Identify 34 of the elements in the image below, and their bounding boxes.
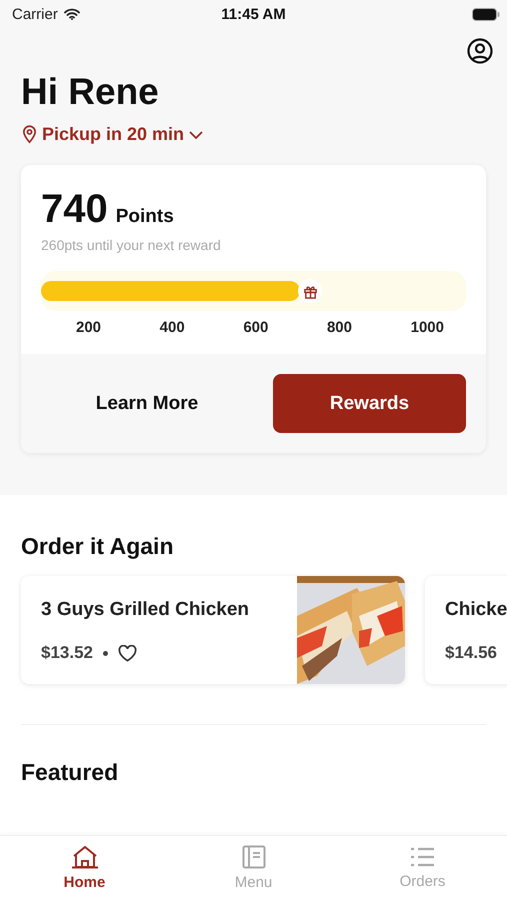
book-icon xyxy=(242,845,266,869)
separator-dot xyxy=(103,650,108,656)
carrier-name: Carrier xyxy=(12,6,58,22)
progress-tick-label: 1000 xyxy=(410,319,444,336)
item-name: Chicke xyxy=(445,599,507,621)
tab-bar-item[interactable]: Home xyxy=(0,836,169,900)
gift-icon xyxy=(298,279,322,303)
wifi-icon xyxy=(64,8,80,20)
rewards-button[interactable]: Rewards xyxy=(273,374,466,433)
item-price: $13.52 xyxy=(41,643,93,663)
item-price: $14.56 xyxy=(445,643,497,663)
progress-tick-label: 600 xyxy=(243,319,268,336)
progress-tick-label: 400 xyxy=(160,319,185,336)
battery-icon xyxy=(472,8,500,20)
greeting-title: Hi Rene xyxy=(21,70,160,114)
house-icon xyxy=(70,845,100,869)
heart-icon[interactable] xyxy=(118,644,137,662)
pickup-selector[interactable]: Pickup in 20 min xyxy=(22,124,204,145)
points-label: Points xyxy=(116,206,174,228)
location-pin-icon xyxy=(22,125,37,144)
section-title: Order it Again xyxy=(21,533,174,560)
learn-more-button[interactable]: Learn More xyxy=(21,392,273,416)
account-icon[interactable] xyxy=(467,38,493,64)
section-title: Featured xyxy=(21,759,120,786)
progress-tick-label: 800 xyxy=(326,319,352,336)
item-name: 3 Guys Grilled Chicken xyxy=(41,599,250,621)
chevron-down-icon xyxy=(189,130,204,138)
order-card[interactable]: 3 Guys Grilled Chicken $13.52 xyxy=(21,576,405,684)
status-time: 11:45 AM xyxy=(221,6,286,22)
points-value: 740 xyxy=(41,187,108,231)
list-icon xyxy=(410,846,436,868)
reward-subtitle: 260pts until your next reward xyxy=(41,237,222,253)
order-card[interactable]: Chicke $14.56 xyxy=(425,576,507,684)
progress-tick-label: 200 xyxy=(76,319,102,336)
